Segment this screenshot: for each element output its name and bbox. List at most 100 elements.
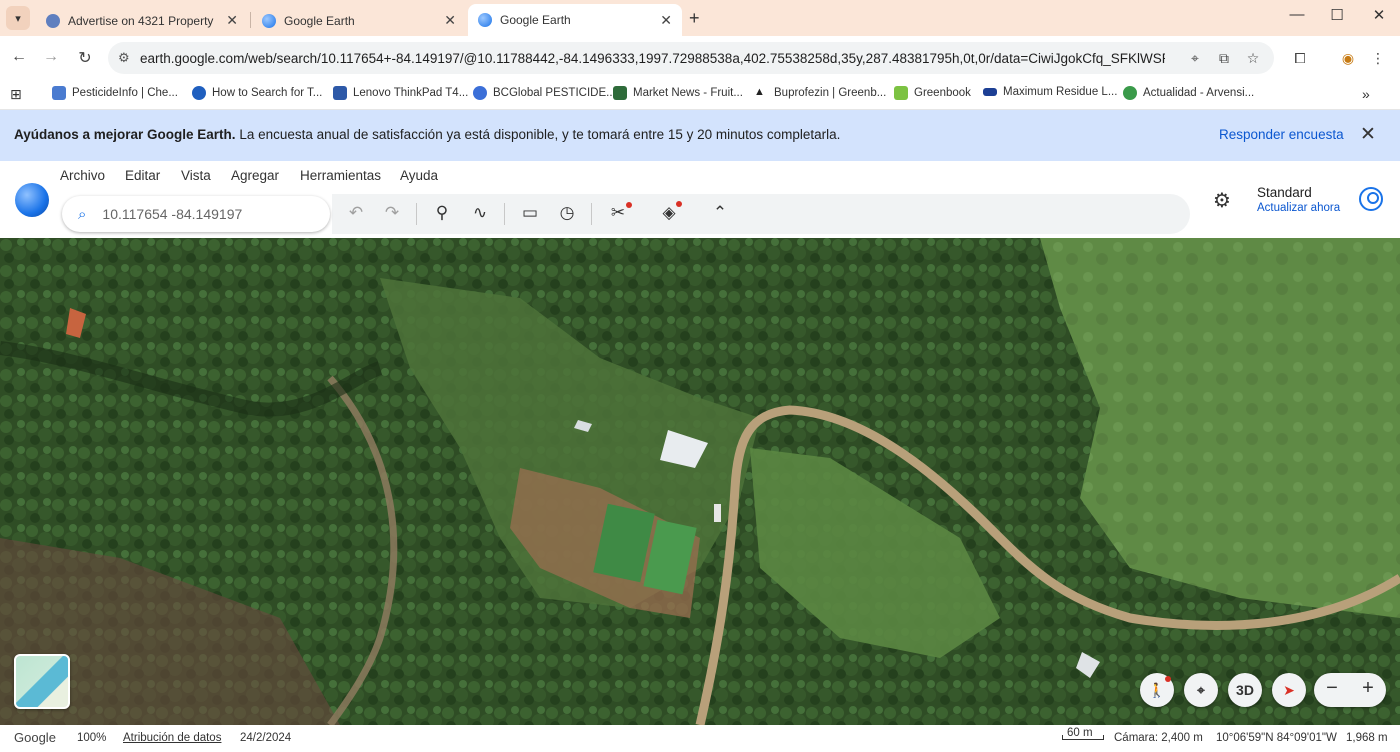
search-input[interactable] [102, 206, 303, 222]
browser-toolbar: ← → ↻ ⚙ earth.google.com/web/search/10.1… [0, 36, 1400, 80]
menu-ayuda[interactable]: Ayuda [400, 168, 438, 183]
zoom-out-icon[interactable]: − [1314, 677, 1350, 700]
bookmark-favicon-icon [52, 86, 66, 100]
menu-vista[interactable]: Vista [181, 168, 211, 183]
mini-map-thumbnail[interactable] [14, 654, 70, 709]
survey-message-text: La encuesta anual de satisfacción ya est… [235, 127, 841, 142]
forward-arrow-icon[interactable]: → [40, 48, 62, 66]
reload-icon[interactable]: ↻ [74, 48, 96, 68]
close-window-icon[interactable]: ✕ [1356, 6, 1400, 24]
search-icon: ⌕ [78, 205, 87, 223]
install-app-icon[interactable]: ⧉ [1214, 50, 1234, 67]
menu-editar[interactable]: Editar [125, 168, 160, 183]
draw-path-icon[interactable]: ∿ [468, 203, 492, 223]
address-bar[interactable]: ⚙ earth.google.com/web/search/10.117654+… [108, 42, 1274, 74]
bookmark-label: Maximum Residue L... [1003, 86, 1118, 98]
my-location-button[interactable]: ⌖ [1184, 673, 1218, 707]
collapse-chevron-up-icon[interactable]: ⌃ [708, 203, 732, 223]
upgrade-link[interactable]: Actualizar ahora [1257, 202, 1340, 214]
bookmark-favicon-icon [192, 86, 206, 100]
respond-survey-link[interactable]: Responder encuesta [1219, 127, 1344, 142]
person-icon: 🚶 [1148, 681, 1166, 698]
notification-dot [676, 201, 682, 207]
measure-ruler-icon[interactable]: ▭ [518, 203, 542, 223]
tab-google-earth-1[interactable]: Google Earth ✕ [252, 5, 466, 36]
bookmarks-bar: ⊞ PesticideInfo | Che... How to Search f… [0, 80, 1400, 110]
earth-header: Archivo Editar Vista Agregar Herramienta… [0, 161, 1400, 238]
bookmark-favicon-icon [333, 86, 347, 100]
compass-button[interactable]: ➤ [1272, 673, 1306, 707]
bookmark-item[interactable]: Maximum Residue L... [983, 86, 1117, 98]
maximize-window-icon[interactable]: ☐ [1314, 6, 1360, 24]
extensions-puzzle-icon[interactable]: ⧠ [1290, 50, 1310, 67]
toggle-3d-button[interactable]: 3D [1228, 673, 1262, 707]
historical-imagery-icon[interactable]: ◷ [555, 203, 579, 223]
bookmark-label: Greenbook [914, 87, 971, 99]
zoom-in-icon[interactable]: + [1350, 677, 1386, 700]
survey-banner: Ayúdanos a mejorar Google Earth. La encu… [0, 110, 1400, 161]
url-text[interactable]: earth.google.com/web/search/10.117654+-8… [140, 51, 1165, 66]
notification-dot [1165, 676, 1171, 682]
bookmark-label: BCGlobal PESTICIDE... [493, 87, 616, 99]
menu-archivo[interactable]: Archivo [60, 168, 105, 183]
bookmark-item[interactable]: PesticideInfo | Che... [52, 86, 178, 100]
bookmark-item[interactable]: Actualidad - Arvensi... [1123, 86, 1254, 100]
bookmark-star-icon[interactable]: ☆ [1243, 50, 1263, 67]
imagery-zoom: 100% [77, 732, 107, 744]
bookmark-item[interactable]: ▲ Buprofezin | Greenb... [754, 86, 886, 100]
tab-title: Google Earth [500, 13, 571, 27]
scale-bar [1062, 735, 1104, 740]
bookmark-item[interactable]: Lenovo ThinkPad T4... [333, 86, 468, 100]
satellite-imagery [0, 238, 1400, 725]
survey-message-bold: Ayúdanos a mejorar Google Earth. [14, 127, 236, 142]
site-settings-icon[interactable]: ⚙ [118, 50, 140, 66]
tab-advertise[interactable]: Advertise on 4321 Property ✕ [36, 5, 248, 36]
account-icon[interactable] [1359, 187, 1383, 211]
earth-favicon-icon [478, 13, 492, 27]
toggle-3d-label: 3D [1236, 682, 1254, 698]
bookmark-item[interactable]: How to Search for T... [192, 86, 322, 100]
bookmark-favicon-icon [613, 86, 627, 100]
close-banner-icon[interactable]: ✕ [1360, 123, 1376, 146]
bookmark-item[interactable]: Market News - Fruit... [613, 86, 743, 100]
crosshair-icon: ⌖ [1197, 681, 1205, 698]
placemark-pin-icon[interactable]: ⚲ [430, 203, 454, 223]
notification-dot [626, 202, 632, 208]
map-status-bar: Google 100% Atribución de datos 24/2/202… [0, 725, 1400, 752]
undo-icon[interactable]: ↶ [344, 203, 368, 223]
location-pin-icon[interactable]: ⌖ [1185, 50, 1205, 67]
menu-agregar[interactable]: Agregar [231, 168, 279, 183]
bookmark-item[interactable]: BCGlobal PESTICIDE... [473, 86, 616, 100]
earth-search-box[interactable]: ⌕ [62, 196, 330, 232]
browser-menu-icon[interactable]: ⋮ [1368, 50, 1388, 67]
close-tab-icon[interactable]: ✕ [226, 12, 238, 29]
profile-avatar-icon[interactable]: ◉ [1338, 50, 1358, 67]
bookmark-label: Lenovo ThinkPad T4... [353, 87, 469, 99]
close-tab-icon[interactable]: ✕ [444, 12, 456, 29]
bookmark-label: PesticideInfo | Che... [72, 87, 178, 99]
new-tab-plus-icon[interactable]: + [689, 8, 700, 29]
tab-title: Google Earth [284, 13, 355, 28]
google-earth-logo[interactable] [15, 183, 49, 217]
imagery-date: 24/2/2024 [240, 732, 292, 744]
toolbar-divider [416, 203, 417, 225]
apps-grid-icon[interactable]: ⊞ [10, 86, 22, 103]
bookmark-favicon-icon [983, 88, 997, 96]
back-arrow-icon[interactable]: ← [8, 48, 30, 66]
tab-search-menu-button[interactable]: ▾ [6, 6, 30, 30]
bookmark-item[interactable]: Greenbook [894, 86, 971, 100]
tab-google-earth-active[interactable]: Google Earth ✕ [468, 4, 682, 36]
structure [714, 504, 721, 522]
satellite-map-view[interactable]: 🚶 ⌖ 3D ➤ − + [0, 238, 1400, 725]
menu-herramientas[interactable]: Herramientas [300, 168, 381, 183]
bookmark-label: How to Search for T... [212, 87, 323, 99]
close-tab-icon[interactable]: ✕ [660, 12, 672, 29]
data-attribution-link[interactable]: Atribución de datos [123, 732, 221, 744]
settings-gear-icon[interactable]: ⚙ [1213, 188, 1231, 213]
redo-icon[interactable]: ↷ [380, 203, 404, 223]
ground-elevation: 1,968 m [1346, 732, 1388, 744]
bookmarks-overflow-chevron-icon[interactable]: » [1362, 86, 1370, 102]
bookmark-favicon-icon [473, 86, 487, 100]
bookmark-favicon-icon [894, 86, 908, 100]
pegman-street-view-icon[interactable]: 🚶 [1140, 673, 1174, 707]
